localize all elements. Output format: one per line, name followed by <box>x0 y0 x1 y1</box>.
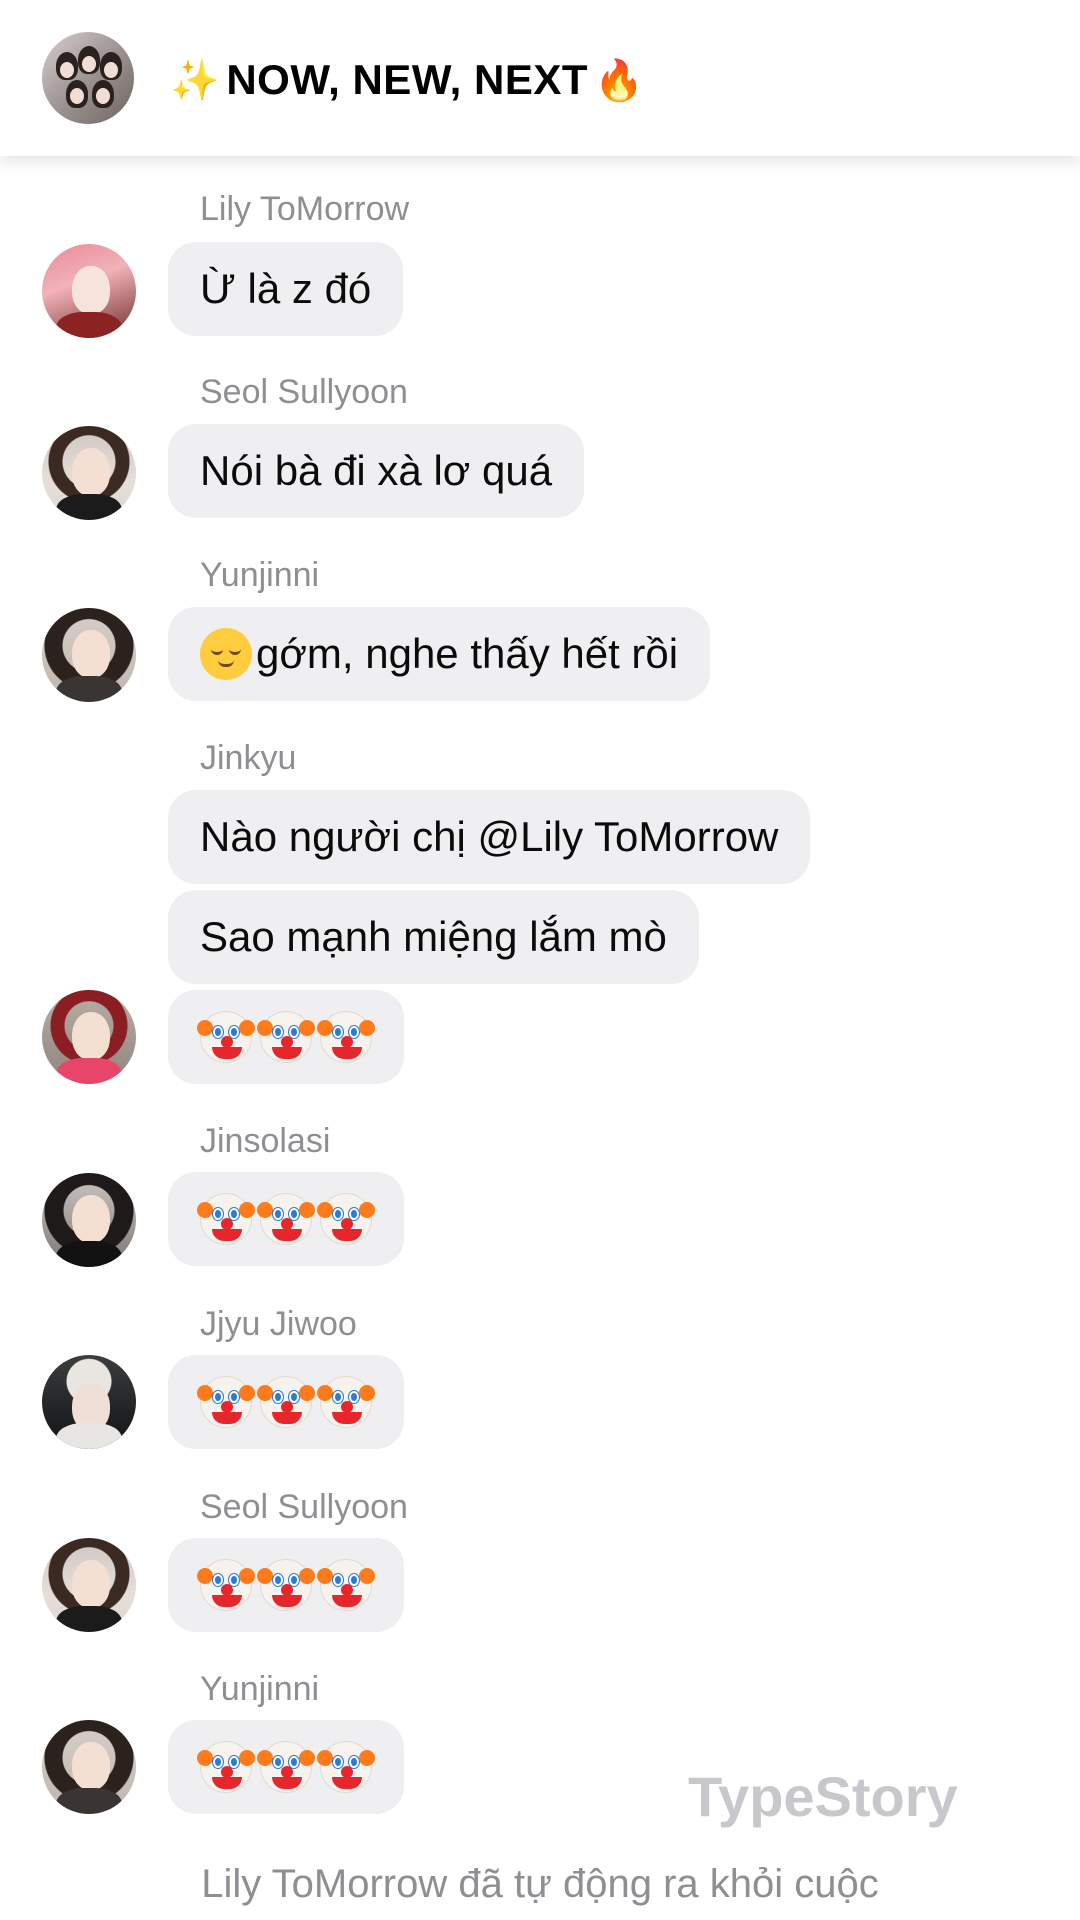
sender-name: Yunjinni <box>200 556 320 594</box>
clown-face-icon-group <box>197 1193 375 1245</box>
clown-face-icon <box>257 1376 315 1428</box>
message-bubble[interactable]: Nào người chị @Lily ToMorrow <box>168 790 811 884</box>
clown-face-icon <box>317 1011 375 1063</box>
clown-face-icon <box>197 1559 255 1611</box>
message-bubble[interactable]: Ừ là z đó <box>168 242 404 336</box>
clown-face-icon <box>317 1193 375 1245</box>
sender-name: Jinsolasi <box>200 1122 331 1160</box>
clown-face-icon-group <box>197 1741 375 1793</box>
clown-face-icon <box>197 1741 255 1793</box>
avatar[interactable] <box>42 1538 136 1632</box>
watermark: TypeStory <box>688 1765 958 1828</box>
message-text: Nào người chị @Lily ToMorrow <box>200 813 779 860</box>
sender-name: Seol Sullyoon <box>200 1488 408 1526</box>
sender-name: Lily ToMorrow <box>200 190 410 228</box>
sparkles-icon: ✨ <box>170 57 221 104</box>
clown-face-icon <box>317 1376 375 1428</box>
message-bubble[interactable]: gớm, nghe thấy hết rồi <box>168 607 711 701</box>
message-bubble[interactable]: Nói bà đi xà lơ quá <box>168 424 585 518</box>
avatar[interactable] <box>42 990 136 1084</box>
message-text: Sao mạnh miệng lắm mò <box>200 913 667 960</box>
sender-name: Yunjinni <box>200 1670 320 1708</box>
avatar[interactable] <box>42 1173 136 1267</box>
group-avatar[interactable] <box>42 32 134 124</box>
system-message: Lily ToMorrow đã tự động ra khỏi cuộc <box>201 1862 879 1906</box>
clown-face-icon <box>317 1559 375 1611</box>
fire-icon: 🔥 <box>594 57 645 104</box>
clown-face-icon <box>197 1011 255 1063</box>
clown-face-icon <box>257 1741 315 1793</box>
chat-screen: ✨ NOW, NEW, NEXT 🔥 Lily ToMorrow Ừ là z … <box>0 0 1080 1920</box>
message-text: Ừ là z đó <box>200 265 372 312</box>
message-text: gớm, nghe thấy hết rồi <box>256 630 679 677</box>
clown-face-icon-group <box>197 1559 375 1611</box>
avatar[interactable] <box>42 608 136 702</box>
message-bubble[interactable]: Sao mạnh miệng lắm mò <box>168 890 699 984</box>
message-bubble[interactable] <box>168 1720 404 1814</box>
clown-face-icon <box>197 1376 255 1428</box>
message-text: Nói bà đi xà lơ quá <box>200 447 553 494</box>
sender-name: Jinkyu <box>200 739 297 777</box>
avatar[interactable] <box>42 426 136 520</box>
chat-title-text: NOW, NEW, NEXT <box>226 56 588 103</box>
message-bubble[interactable] <box>168 1355 404 1449</box>
chat-title[interactable]: ✨ NOW, NEW, NEXT 🔥 <box>170 52 644 108</box>
relieved-face-icon <box>200 628 252 680</box>
clown-face-icon-group <box>197 1011 375 1063</box>
message-bubble[interactable] <box>168 990 404 1084</box>
sender-name: Seol Sullyoon <box>200 373 408 411</box>
chat-header: ✨ NOW, NEW, NEXT 🔥 <box>0 0 1080 156</box>
sender-name: Jjyu Jiwoo <box>200 1305 357 1343</box>
clown-face-icon <box>257 1011 315 1063</box>
avatar[interactable] <box>42 1355 136 1449</box>
avatar[interactable] <box>42 244 136 338</box>
avatar[interactable] <box>42 1720 136 1814</box>
clown-face-icon-group <box>197 1376 375 1428</box>
clown-face-icon <box>317 1741 375 1793</box>
clown-face-icon <box>197 1193 255 1245</box>
clown-face-icon <box>257 1193 315 1245</box>
message-bubble[interactable] <box>168 1538 404 1632</box>
clown-face-icon <box>257 1559 315 1611</box>
message-bubble[interactable] <box>168 1172 404 1266</box>
